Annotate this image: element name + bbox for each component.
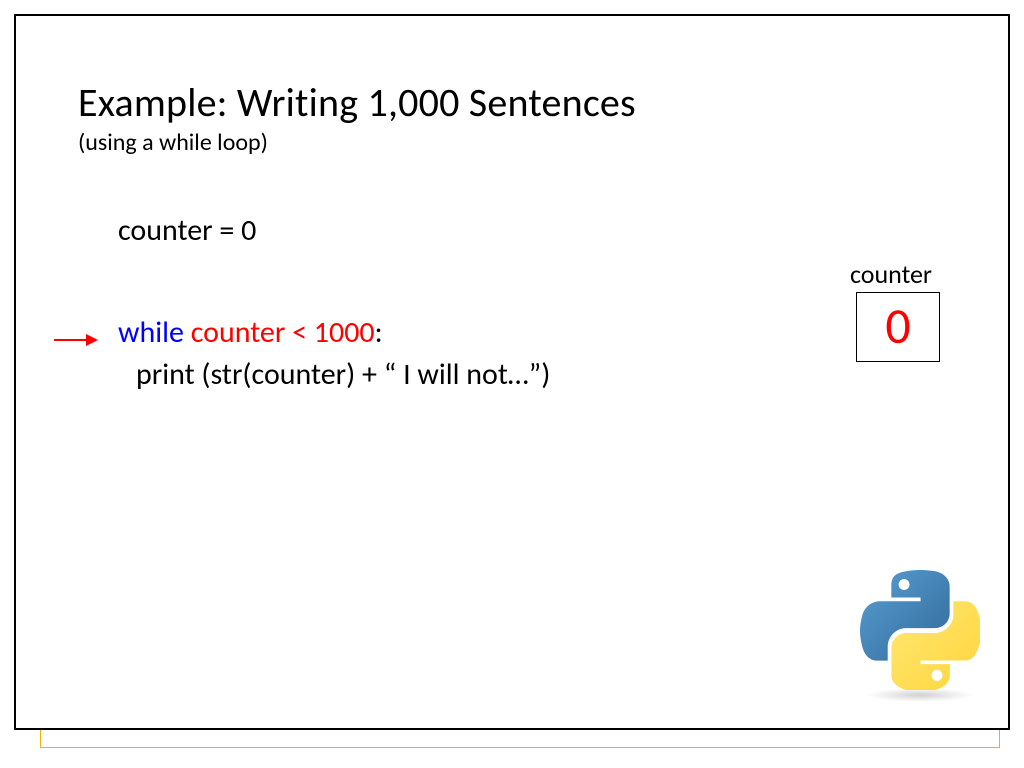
slide-subtitle: (using a while loop) [78,128,268,157]
python-logo-icon [860,570,980,690]
counter-box: 0 [856,292,940,362]
logo-shadow [866,688,974,702]
execution-arrow-icon [54,330,98,349]
code-line-2: while counter < 1000: [118,314,383,351]
counter-value: 0 [885,302,910,352]
counter-label: counter [850,258,932,290]
colon: : [375,314,383,351]
code-line-3: print (str(counter) + “ I will not…”) [136,356,550,393]
while-keyword: while [118,314,184,351]
slide-title: Example: Writing 1,000 Sentences [78,78,636,127]
code-line-1: counter = 0 [118,212,256,249]
loop-condition: counter < 1000 [184,314,375,351]
